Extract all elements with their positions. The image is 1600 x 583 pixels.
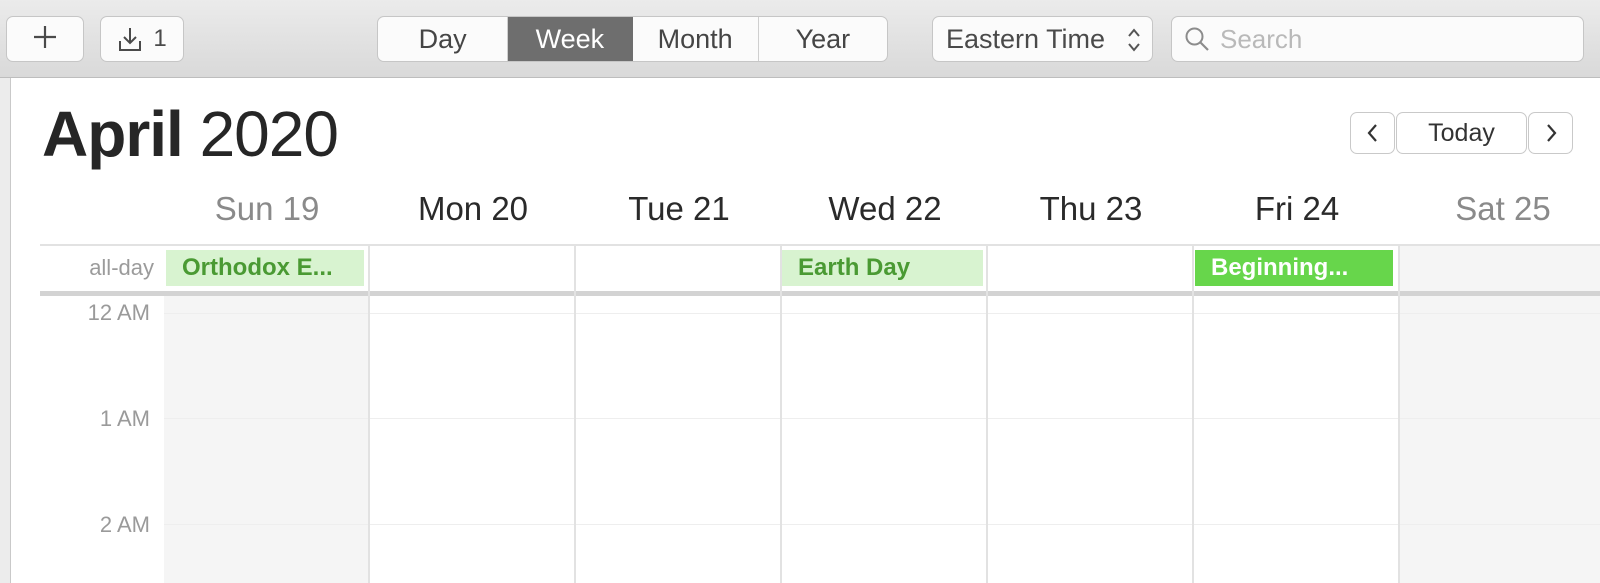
toolbar: 1 Day Week Month Year Eastern Time	[0, 0, 1600, 78]
previous-week-button[interactable]	[1350, 112, 1395, 154]
day-header-mon[interactable]: Mon 20	[370, 190, 576, 234]
weekend-column-sat	[1400, 246, 1600, 583]
day-header-sat[interactable]: Sat 25	[1400, 190, 1600, 234]
column-divider	[1398, 244, 1400, 583]
chevron-left-icon	[1366, 122, 1380, 144]
hour-line	[164, 418, 1600, 419]
sidebar-edge	[0, 78, 11, 583]
timezone-select[interactable]: Eastern Time	[932, 16, 1153, 62]
tab-week[interactable]: Week	[508, 17, 633, 61]
add-event-button[interactable]	[6, 16, 84, 62]
hour-line	[164, 313, 1600, 314]
download-tray-icon	[117, 25, 143, 53]
tab-year[interactable]: Year	[759, 17, 887, 61]
column-divider	[574, 244, 576, 583]
import-count: 1	[153, 25, 167, 52]
search-field[interactable]	[1171, 16, 1584, 62]
day-header-wed[interactable]: Wed 22	[782, 190, 988, 234]
up-down-chevron-icon	[1126, 25, 1142, 62]
hour-label: 2 AM	[99, 512, 150, 537]
hour-line	[164, 524, 1600, 525]
chevron-right-icon	[1544, 122, 1558, 144]
day-header-tue[interactable]: Tue 21	[576, 190, 782, 234]
header-divider	[40, 244, 1600, 246]
view-switcher: Day Week Month Year	[377, 16, 888, 62]
column-divider	[368, 244, 370, 583]
day-header-thu[interactable]: Thu 23	[988, 190, 1194, 234]
column-divider	[1192, 244, 1194, 583]
plus-icon	[32, 24, 58, 55]
all-day-divider	[40, 291, 1600, 296]
all-day-event[interactable]: Earth Day	[782, 250, 983, 286]
day-header-sun[interactable]: Sun 19	[164, 190, 370, 234]
tab-day[interactable]: Day	[378, 17, 509, 61]
column-divider	[986, 244, 988, 583]
all-day-event[interactable]: Beginning...	[1195, 250, 1393, 286]
timezone-value: Eastern Time	[946, 23, 1106, 54]
hour-label: 1 AM	[99, 406, 150, 431]
tab-month[interactable]: Month	[633, 17, 759, 61]
page-title: April 2020	[42, 96, 339, 172]
title-month: April	[42, 98, 184, 170]
today-button[interactable]: Today	[1396, 112, 1527, 154]
title-year: 2020	[199, 98, 339, 170]
import-button[interactable]: 1	[100, 16, 184, 62]
next-week-button[interactable]	[1528, 112, 1573, 154]
all-day-label: all-day	[89, 255, 154, 280]
all-day-event[interactable]: Orthodox E...	[166, 250, 364, 286]
search-input[interactable]	[1218, 22, 1562, 56]
hour-label: 12 AM	[87, 300, 150, 325]
search-icon	[1184, 26, 1210, 52]
day-header-fri[interactable]: Fri 24	[1194, 190, 1400, 234]
weekend-column-sun	[164, 296, 368, 583]
column-divider	[780, 244, 782, 583]
